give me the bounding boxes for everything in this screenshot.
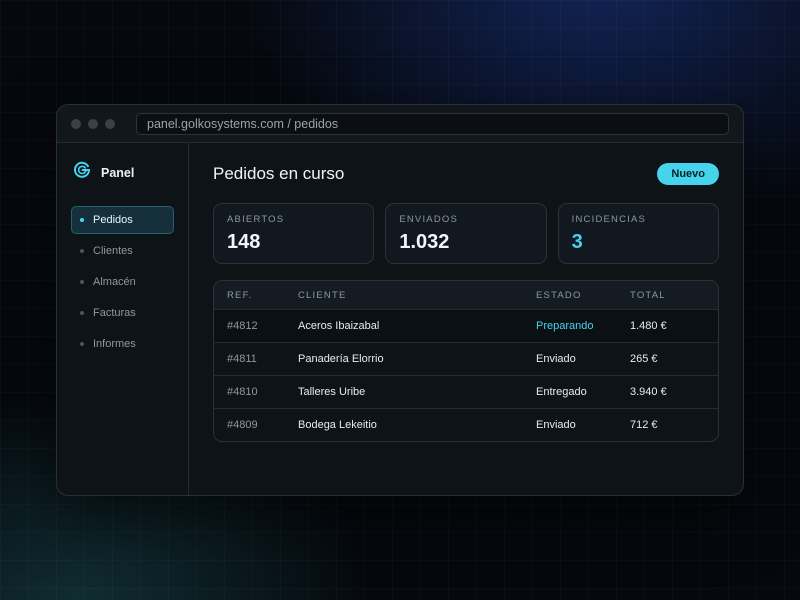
order-total: 265 € [630,353,658,365]
sidebar-item-almacen[interactable]: Almacén [71,268,174,296]
sidebar-item-clientes[interactable]: Clientes [71,237,174,265]
table-header-row: REF. CLIENTE ESTADO TOTAL [214,281,718,309]
sidebar-item-label: Facturas [93,307,136,319]
stat-value: 148 [227,231,261,253]
stat-label: INCIDENCIAS [571,214,647,225]
table-row[interactable]: #4810 Talleres Uribe Entregado 3.940 € [214,375,718,408]
new-order-button[interactable]: Nuevo [657,163,719,185]
address-bar-url: panel.golkosystems.com / pedidos [147,116,339,131]
bullet-icon [80,311,84,315]
stat-value: 1.032 [399,231,450,253]
order-ref: #4811 [227,353,257,365]
bullet-icon [80,280,84,284]
stat-card-abiertos[interactable]: ABIERTOS 148 [213,203,375,264]
main-content: Pedidos en curso Nuevo ABIERTOS 148 ENVI… [189,143,743,495]
bullet-icon [80,218,84,222]
order-ref: #4809 [227,419,258,431]
bullet-icon [80,249,84,253]
order-total: 1.480 € [630,320,667,332]
brand[interactable]: Panel [71,161,174,184]
brand-logo-icon [73,161,91,184]
order-client: Aceros Ibaizabal [298,320,380,332]
address-bar[interactable]: panel.golkosystems.com / pedidos [136,112,729,135]
order-status: Entregado [536,386,587,398]
sidebar-item-label: Informes [93,338,136,350]
window-minimize-dot[interactable] [88,118,98,129]
stat-label: ABIERTOS [227,214,285,225]
sidebar-item-informes[interactable]: Informes [71,330,174,358]
sidebar: Panel Pedidos Clientes Almacén Facturas … [57,143,189,495]
stats-row: ABIERTOS 148 ENVIADOS 1.032 INCIDENCIAS … [213,203,719,264]
window-close-dot[interactable] [71,118,81,129]
stat-card-incidencias[interactable]: INCIDENCIAS 3 [557,203,719,264]
column-header-cliente[interactable]: CLIENTE [298,290,536,301]
order-client: Bodega Lekeitio [298,419,377,431]
order-ref: #4810 [227,386,258,398]
title-bar: panel.golkosystems.com / pedidos [57,105,743,143]
brand-label: Panel [101,165,135,180]
order-total: 3.940 € [630,386,667,398]
bullet-icon [80,342,84,346]
order-ref: #4812 [227,320,258,332]
browser-window: panel.golkosystems.com / pedidos Panel P… [56,104,744,496]
order-client: Talleres Uribe [298,386,366,398]
orders-table: REF. CLIENTE ESTADO TOTAL #4812 Aceros I… [213,280,719,442]
order-client: Panadería Elorrio [298,353,384,365]
order-status: Preparando [536,320,594,332]
sidebar-item-facturas[interactable]: Facturas [71,299,174,327]
table-row[interactable]: #4811 Panadería Elorrio Enviado 265 € [214,342,718,375]
sidebar-item-label: Pedidos [93,214,133,226]
order-status: Enviado [536,419,576,431]
stat-label: ENVIADOS [399,214,459,225]
order-total: 712 € [630,419,658,431]
sidebar-item-pedidos[interactable]: Pedidos [71,206,174,234]
table-row[interactable]: #4809 Bodega Lekeitio Enviado 712 € [214,408,718,441]
sidebar-item-label: Clientes [93,245,133,257]
table-row[interactable]: #4812 Aceros Ibaizabal Preparando 1.480 … [214,309,718,342]
page-title: Pedidos en curso [213,164,345,183]
sidebar-item-label: Almacén [93,276,136,288]
column-header-ref[interactable]: REF. [214,290,298,301]
stat-value: 3 [571,231,583,253]
stat-card-enviados[interactable]: ENVIADOS 1.032 [385,203,547,264]
column-header-total[interactable]: TOTAL [630,290,718,301]
column-header-estado[interactable]: ESTADO [536,290,630,301]
order-status: Enviado [536,353,576,365]
window-maximize-dot[interactable] [105,118,115,129]
